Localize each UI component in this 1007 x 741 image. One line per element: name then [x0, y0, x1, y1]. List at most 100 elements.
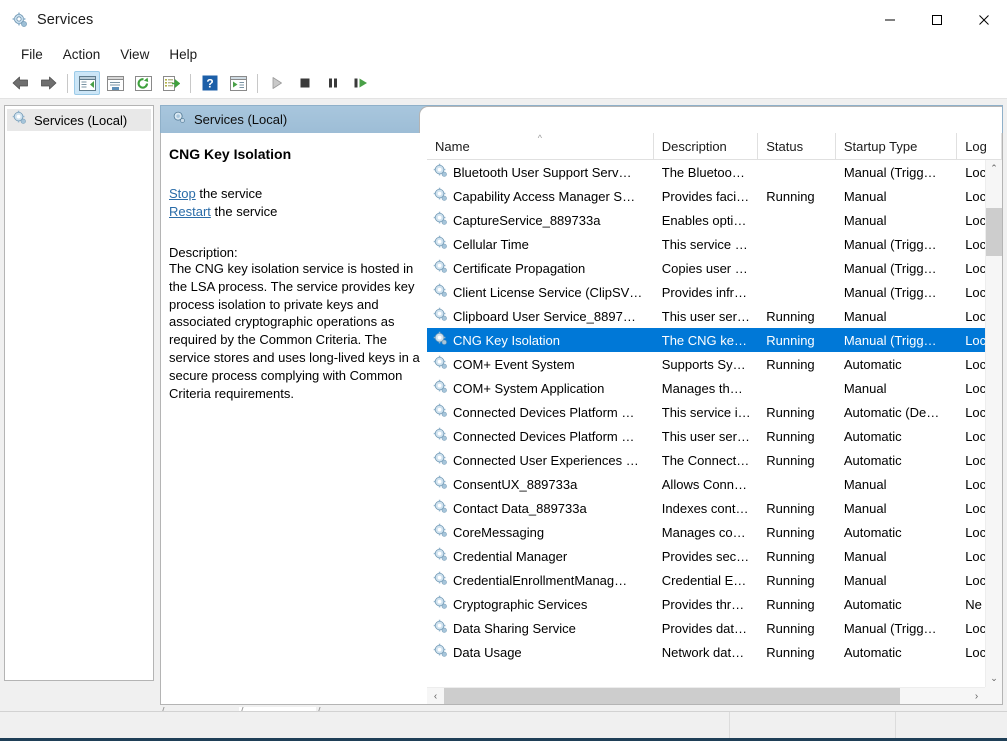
menu-view[interactable]: View	[111, 44, 158, 65]
pause-service-icon[interactable]	[320, 71, 346, 95]
cell-status: Running	[766, 188, 815, 204]
menu-help[interactable]: Help	[160, 44, 206, 65]
list-header: ^ Name Description Status Startup Type L…	[427, 133, 1002, 160]
table-row[interactable]: Data Sharing Service Provides dat… Running…	[427, 616, 1002, 640]
stop-service-row: Stop the service	[169, 186, 407, 201]
horizontal-scroll-thumb[interactable]	[444, 688, 900, 704]
cell-startup-type: Manual (Trigg…	[843, 284, 937, 300]
horizontal-scrollbar[interactable]: ‹ ›	[427, 687, 985, 704]
cell-status: Running	[766, 332, 815, 348]
table-row[interactable]: Certificate Propagation Copies user … Manu…	[427, 256, 1002, 280]
cell-description: This user ser…	[661, 428, 750, 444]
cell-status: Running	[766, 428, 815, 444]
table-row[interactable]: Client License Service (ClipSV… Provides …	[427, 280, 1002, 304]
cell-description: Provides thr…	[661, 596, 745, 612]
cell-name: Data Usage	[427, 643, 654, 661]
show-action-pane-icon[interactable]	[225, 71, 251, 95]
show-hide-console-tree-icon[interactable]	[74, 71, 100, 95]
column-header-log-on-as[interactable]: Log	[957, 133, 1002, 160]
table-row[interactable]: Clipboard User Service_8897… This user se…	[427, 304, 1002, 328]
table-row[interactable]: CNG Key Isolation The CNG ke… Running Manua…	[427, 328, 1002, 352]
table-row[interactable]: Connected User Experiences … The Connect……	[427, 448, 1002, 472]
table-row[interactable]: Connected Devices Platform … This service…	[427, 400, 1002, 424]
table-row[interactable]: Bluetooth User Support Serv… The Bluetoo……	[427, 160, 1002, 184]
export-list-icon[interactable]	[158, 71, 184, 95]
services-gear-icon	[12, 110, 27, 130]
column-header-startup-type[interactable]: Startup Type	[836, 133, 958, 160]
close-button[interactable]	[960, 0, 1007, 40]
cell-description: Credential E…	[661, 572, 747, 588]
start-service-icon[interactable]	[264, 71, 290, 95]
menu-file[interactable]: File	[12, 44, 52, 65]
cell-description: Allows Conn…	[661, 476, 748, 492]
cell-status: Running	[766, 524, 815, 540]
menu-action[interactable]: Action	[54, 44, 110, 65]
cell-name: Client License Service (ClipSV…	[427, 283, 654, 301]
restart-service-link[interactable]: Restart	[169, 204, 211, 219]
cell-name-label: COM+ Event System	[453, 356, 575, 372]
table-row[interactable]: CoreMessaging Manages co… Running Automatic…	[427, 520, 1002, 544]
column-header-name[interactable]: ^ Name	[427, 133, 654, 160]
table-row[interactable]: COM+ System Application Manages th… Manual…	[427, 376, 1002, 400]
cell-description: Provides faci…	[661, 188, 750, 204]
scroll-right-icon[interactable]: ›	[968, 688, 985, 704]
cell-description: Indexes cont…	[661, 500, 749, 516]
cell-startup-type: Manual	[843, 188, 887, 204]
cell-description: Supports Sy…	[661, 356, 746, 372]
table-row[interactable]: Capability Access Manager S… Provides fac…	[427, 184, 1002, 208]
tree-item-services-local[interactable]: Services (Local)	[7, 109, 151, 131]
toolbar: ?	[0, 68, 1007, 99]
stop-service-link[interactable]: Stop	[169, 186, 196, 201]
vertical-scrollbar[interactable]: ⌃ ⌄	[985, 160, 1002, 687]
column-header-status[interactable]: Status	[758, 133, 836, 160]
table-row[interactable]: Cellular Time This service … Manual (Trigg…	[427, 232, 1002, 256]
scroll-up-icon[interactable]: ⌃	[986, 160, 1002, 177]
scroll-down-icon[interactable]: ⌄	[986, 670, 1002, 687]
forward-icon[interactable]	[35, 71, 61, 95]
list-rows: Bluetooth User Support Serv… The Bluetoo……	[427, 160, 1002, 704]
cell-name: Connected Devices Platform …	[427, 427, 654, 445]
cell-name: Certificate Propagation	[427, 259, 654, 277]
refresh-icon[interactable]	[130, 71, 156, 95]
table-row[interactable]: Data Usage Network dat… Running Automatic Lo…	[427, 640, 1002, 664]
cell-status: Running	[766, 620, 815, 636]
vertical-scroll-thumb[interactable]	[986, 208, 1002, 256]
cell-startup-type: Manual	[843, 212, 887, 228]
cell-name-label: CNG Key Isolation	[453, 332, 560, 348]
service-gear-icon	[433, 379, 448, 397]
cell-startup-type: Automatic	[843, 452, 902, 468]
cell-name-label: Clipboard User Service_8897…	[453, 308, 636, 324]
table-row[interactable]: COM+ Event System Supports Sy… Running Auto…	[427, 352, 1002, 376]
help-icon[interactable]: ?	[197, 71, 223, 95]
table-row[interactable]: CredentialEnrollmentManag… Credential E… R…	[427, 568, 1002, 592]
scroll-left-icon[interactable]: ‹	[427, 688, 444, 704]
table-row[interactable]: ConsentUX_889733a Allows Conn… Manual Loc	[427, 472, 1002, 496]
status-cell-1	[0, 712, 729, 741]
console-tree-pane: Services (Local)	[4, 105, 154, 681]
cell-name: Connected Devices Platform …	[427, 403, 654, 421]
description-text: The CNG key isolation service is hosted …	[169, 261, 420, 401]
back-icon[interactable]	[7, 71, 33, 95]
stop-service-icon[interactable]	[292, 71, 318, 95]
table-row[interactable]: Contact Data_889733a Indexes cont… Running…	[427, 496, 1002, 520]
cell-status: Running	[766, 572, 815, 588]
cell-description: This user ser…	[661, 308, 750, 324]
table-row[interactable]: Credential Manager Provides sec… Running Ma…	[427, 544, 1002, 568]
column-header-description[interactable]: Description	[654, 133, 759, 160]
table-row[interactable]: Connected Devices Platform … This user se…	[427, 424, 1002, 448]
table-row[interactable]: Cryptographic Services Provides thr… Runni…	[427, 592, 1002, 616]
table-row[interactable]: CaptureService_889733a Enables opti… Manua…	[427, 208, 1002, 232]
properties-icon[interactable]	[102, 71, 128, 95]
service-gear-icon	[433, 403, 448, 421]
cell-name: Cellular Time	[427, 235, 654, 253]
restart-service-row: Restart the service	[169, 204, 407, 219]
restart-service-icon[interactable]	[348, 71, 374, 95]
services-window: Services File Action View Help ? Service…	[0, 0, 1007, 741]
service-gear-icon	[433, 307, 448, 325]
minimize-button[interactable]	[866, 0, 913, 40]
cell-name-label: Credential Manager	[453, 548, 568, 564]
cell-name-label: CaptureService_889733a	[453, 212, 601, 228]
maximize-button[interactable]	[913, 0, 960, 40]
cell-startup-type: Manual	[843, 476, 887, 492]
menu-bar: File Action View Help	[0, 40, 1007, 68]
